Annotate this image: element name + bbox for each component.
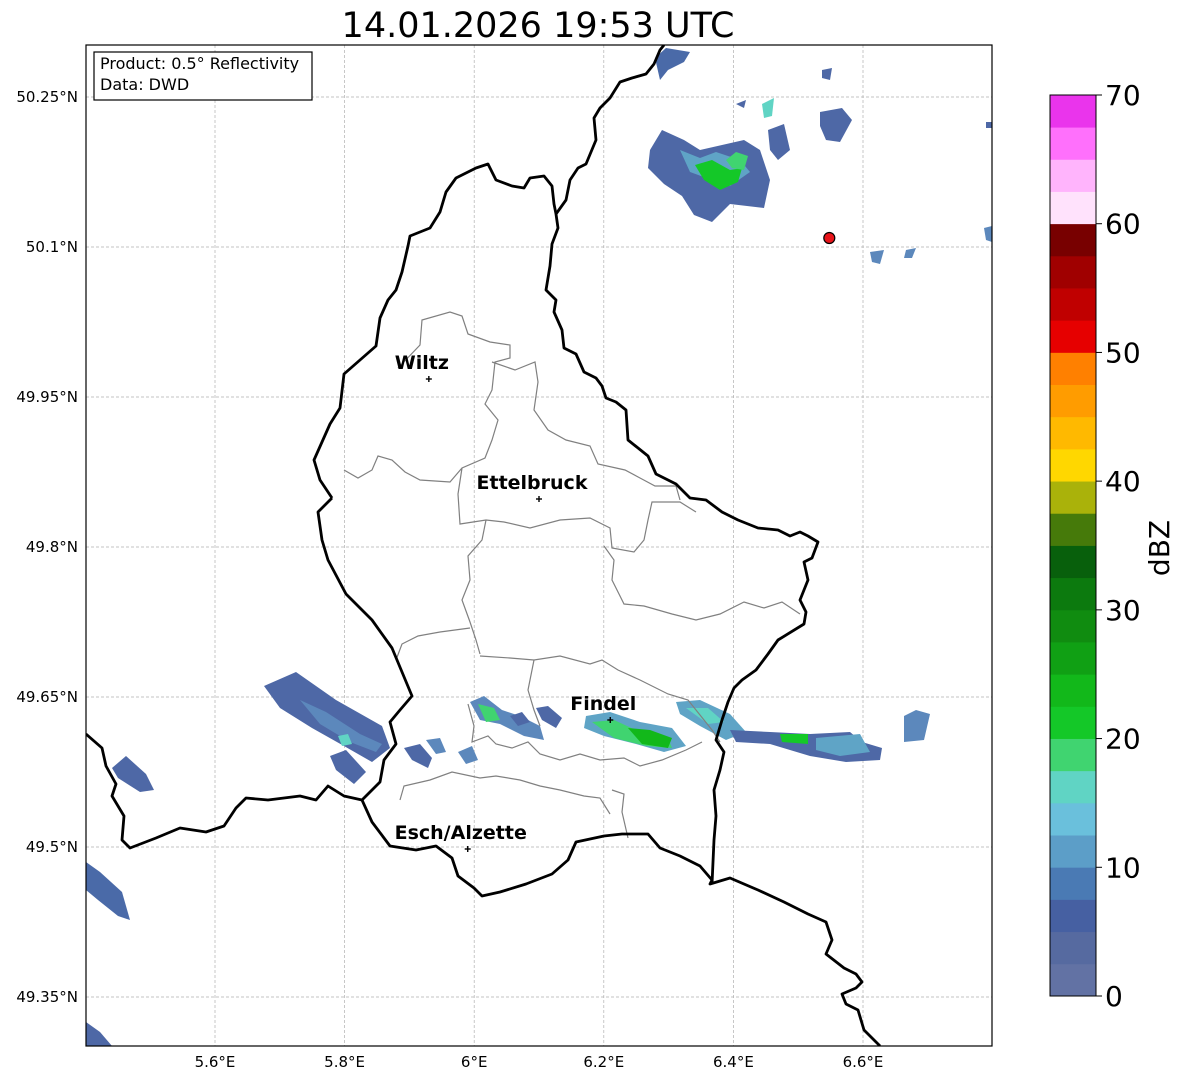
colorbar: 0 10 20 30 40 50 60 70 dBZ <box>1049 79 1176 1013</box>
info-data-source: Data: DWD <box>100 75 189 94</box>
colorbar-segment <box>1050 674 1096 707</box>
radar-map-figure: 14.01.2026 19:53 UTC WiltzEttelbruckFind… <box>16 6 1176 1071</box>
colorbar-segment <box>1050 513 1096 546</box>
colorbar-tick-label: 10 <box>1105 851 1141 884</box>
colorbar-segment <box>1050 706 1096 739</box>
colorbar-segment <box>1050 738 1096 772</box>
colorbar-segment <box>1050 963 1096 997</box>
map-title: 14.01.2026 19:53 UTC <box>342 6 735 46</box>
colorbar-tick-labels: 0 10 20 30 40 50 60 70 <box>1096 79 1141 1013</box>
y-tick-label: 49.65°N <box>16 688 78 706</box>
colorbar-segment <box>1050 191 1096 225</box>
map-background <box>86 45 992 1046</box>
colorbar-segment <box>1050 352 1096 386</box>
colorbar-segment <box>1050 159 1096 192</box>
colorbar-segment <box>1050 867 1096 900</box>
colorbar-segments <box>1050 95 1096 997</box>
colorbar-segment <box>1050 384 1096 418</box>
colorbar-label: dBZ <box>1143 520 1176 576</box>
colorbar-segment <box>1050 545 1096 579</box>
colorbar-segment <box>1050 127 1096 160</box>
y-tick-label: 50.1°N <box>26 238 78 256</box>
y-tick-label: 50.25°N <box>16 88 78 106</box>
colorbar-tick-label: 0 <box>1105 980 1123 1013</box>
x-tick-label: 6.4°E <box>713 1053 754 1071</box>
colorbar-tick-label: 30 <box>1105 594 1141 627</box>
colorbar-segment <box>1050 448 1096 482</box>
colorbar-tick-label: 60 <box>1105 208 1141 241</box>
city-label: Esch/Alzette <box>395 822 527 844</box>
colorbar-segment <box>1050 577 1096 611</box>
colorbar-segment <box>1050 95 1096 128</box>
colorbar-segment <box>1050 931 1096 965</box>
colorbar-segment <box>1050 770 1096 804</box>
colorbar-tick-label: 20 <box>1105 723 1141 756</box>
y-tick-label: 49.5°N <box>26 838 78 856</box>
colorbar-segment <box>1050 609 1096 643</box>
colorbar-segment <box>1050 288 1096 321</box>
colorbar-segment <box>1050 899 1096 933</box>
colorbar-segment <box>1050 223 1096 257</box>
radar-site-marker <box>823 231 836 245</box>
colorbar-segment <box>1050 255 1096 289</box>
city-label: Findel <box>570 693 636 715</box>
colorbar-segment <box>1050 481 1096 514</box>
info-box: Product: 0.5° Reflectivity Data: DWD <box>93 51 313 101</box>
colorbar-segment <box>1050 642 1096 675</box>
colorbar-tick-label: 70 <box>1105 79 1141 112</box>
colorbar-tick-label: 40 <box>1105 465 1141 498</box>
x-tick-label: 5.6°E <box>195 1053 236 1071</box>
info-product: Product: 0.5° Reflectivity <box>100 54 299 73</box>
colorbar-segment <box>1050 320 1096 353</box>
y-tick-label: 49.8°N <box>26 538 78 556</box>
city-label: Ettelbruck <box>477 472 588 494</box>
x-tick-label: 6.2°E <box>583 1053 624 1071</box>
x-tick-label: 5.8°E <box>324 1053 365 1071</box>
map-plot-area: Wiltz Ettelbruck Findel Esch/Alzette Produc… <box>86 45 992 1046</box>
colorbar-segment <box>1050 416 1096 450</box>
colorbar-segment <box>1050 802 1096 836</box>
x-tick-label: 6.6°E <box>843 1053 884 1071</box>
city-label: Wiltz <box>395 352 449 374</box>
x-tick-label: 6°E <box>461 1053 488 1071</box>
colorbar-segment <box>1050 835 1096 868</box>
y-tick-label: 49.35°N <box>16 988 78 1006</box>
colorbar-tick-label: 50 <box>1105 336 1141 369</box>
y-tick-label: 49.95°N <box>16 388 78 406</box>
